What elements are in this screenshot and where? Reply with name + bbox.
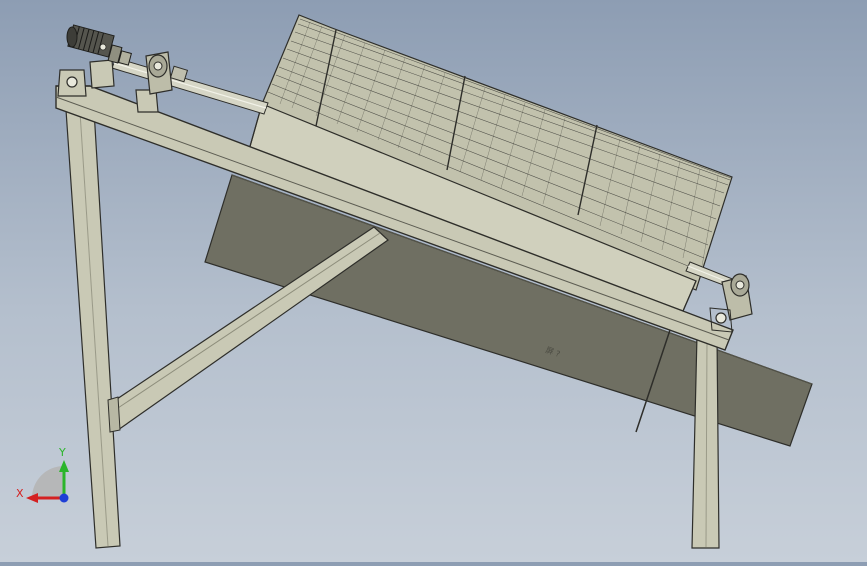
cad-model-drawing: 屏 ? Y X xyxy=(16,14,813,549)
z-axis-dot xyxy=(59,493,69,503)
x-axis-label: X xyxy=(16,487,24,500)
x-axis-arrow xyxy=(26,493,38,503)
left-pivot-plate[interactable] xyxy=(57,69,87,97)
y-axis-label: Y xyxy=(58,446,66,459)
left-support-leg[interactable] xyxy=(65,109,121,549)
y-axis-arrow xyxy=(59,460,69,472)
cad-viewport[interactable]: 屏 ? Y X xyxy=(0,0,867,562)
triad-plane xyxy=(32,466,64,498)
coordinate-triad: Y X xyxy=(16,446,69,503)
right-support-leg[interactable] xyxy=(691,334,720,549)
motor-body xyxy=(66,24,115,58)
